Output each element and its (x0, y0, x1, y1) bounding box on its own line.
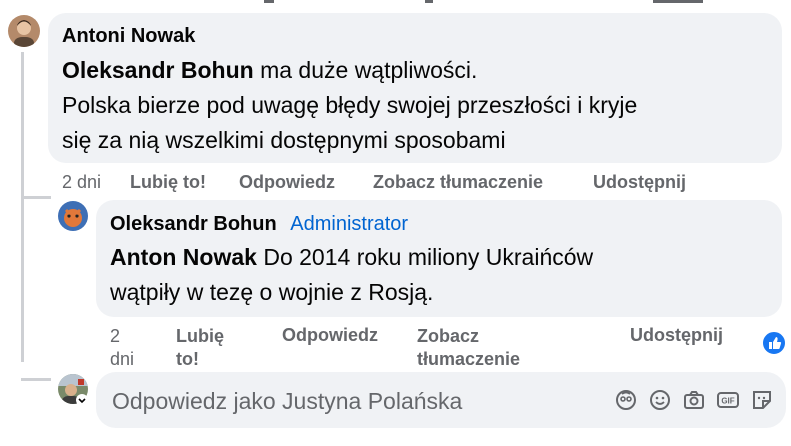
reply-like-line1: Lubię (176, 326, 224, 346)
svg-text:GIF: GIF (721, 397, 734, 406)
reply-translate-line1: Zobacz (417, 326, 480, 346)
avatar-sticker-icon[interactable] (614, 388, 638, 412)
gif-icon[interactable]: GIF (716, 388, 740, 412)
emoji-icon[interactable] (648, 388, 672, 412)
reply-text: Anton Nowak Do 2014 roku miliony Ukraińc… (110, 240, 593, 310)
reply-button[interactable]: Odpowiedz (239, 172, 335, 193)
reply-reply-button[interactable]: Odpowiedz (282, 325, 378, 346)
share-button[interactable]: Udostępnij (593, 172, 686, 193)
reply-text-line2: wątpiły w tezę o wojnie z Rosją. (110, 279, 434, 305)
avatar-dropdown-icon[interactable] (76, 394, 88, 406)
reply-share-button[interactable]: Udostępnij (630, 325, 723, 346)
avatar-oleksandr[interactable] (58, 201, 88, 231)
comment-text-line2: Polska bierze pod uwagę błędy swojej prz… (62, 92, 638, 118)
reply-time-line2: dni (110, 349, 135, 369)
thumbs-up-icon (769, 337, 782, 349)
reply-author-name[interactable]: Oleksandr Bohun (110, 213, 277, 235)
sticker-icon[interactable] (750, 388, 774, 412)
reply-like-line2: to! (176, 349, 199, 369)
reply-text-line1: Do 2014 roku miliony Ukraińców (256, 244, 594, 270)
previous-comment-clip (264, 0, 703, 3)
admin-badge: Administrator (290, 213, 409, 235)
reply-like-button[interactable]: Lubię to! (176, 325, 224, 371)
comment-text-line1: ma duże wątpliwości. (253, 57, 478, 83)
like-button[interactable]: Lubię to! (130, 172, 206, 193)
like-reaction-icon[interactable] (761, 330, 787, 356)
reply-translate-button[interactable]: Zobacz tłumaczenie (417, 325, 520, 371)
reply-translate-line2: tłumaczenie (417, 349, 521, 369)
avatar-antoni-icon (8, 15, 40, 47)
camera-icon[interactable] (682, 388, 706, 412)
reply-time-line1: 2 (110, 326, 121, 346)
comment-text: Oleksandr Bohun ma duże wątpliwości. Pol… (62, 53, 637, 158)
thread-line-branch-reply (21, 378, 51, 381)
reply-time[interactable]: 2 dni (110, 325, 134, 371)
translate-button[interactable]: Zobacz tłumaczenie (373, 172, 543, 193)
mention-link[interactable]: Oleksandr Bohun (62, 57, 254, 83)
reply-box: GIF (96, 372, 786, 428)
thread-line-branch (21, 196, 51, 199)
avatar-oleksandr-icon (58, 201, 88, 231)
reply-author: Oleksandr Bohun Administrator (110, 213, 408, 236)
comment-time[interactable]: 2 dni (62, 172, 101, 193)
avatar-antoni[interactable] (8, 15, 40, 47)
reply-input[interactable] (110, 384, 594, 418)
reply-mention-link[interactable]: Anton Nowak (110, 244, 257, 270)
comment-author[interactable]: Antoni Nowak (62, 25, 195, 48)
comment-text-line3: się za nią wszelkimi dostępnymi sposobam… (62, 127, 506, 153)
thread-line-main (21, 52, 24, 362)
